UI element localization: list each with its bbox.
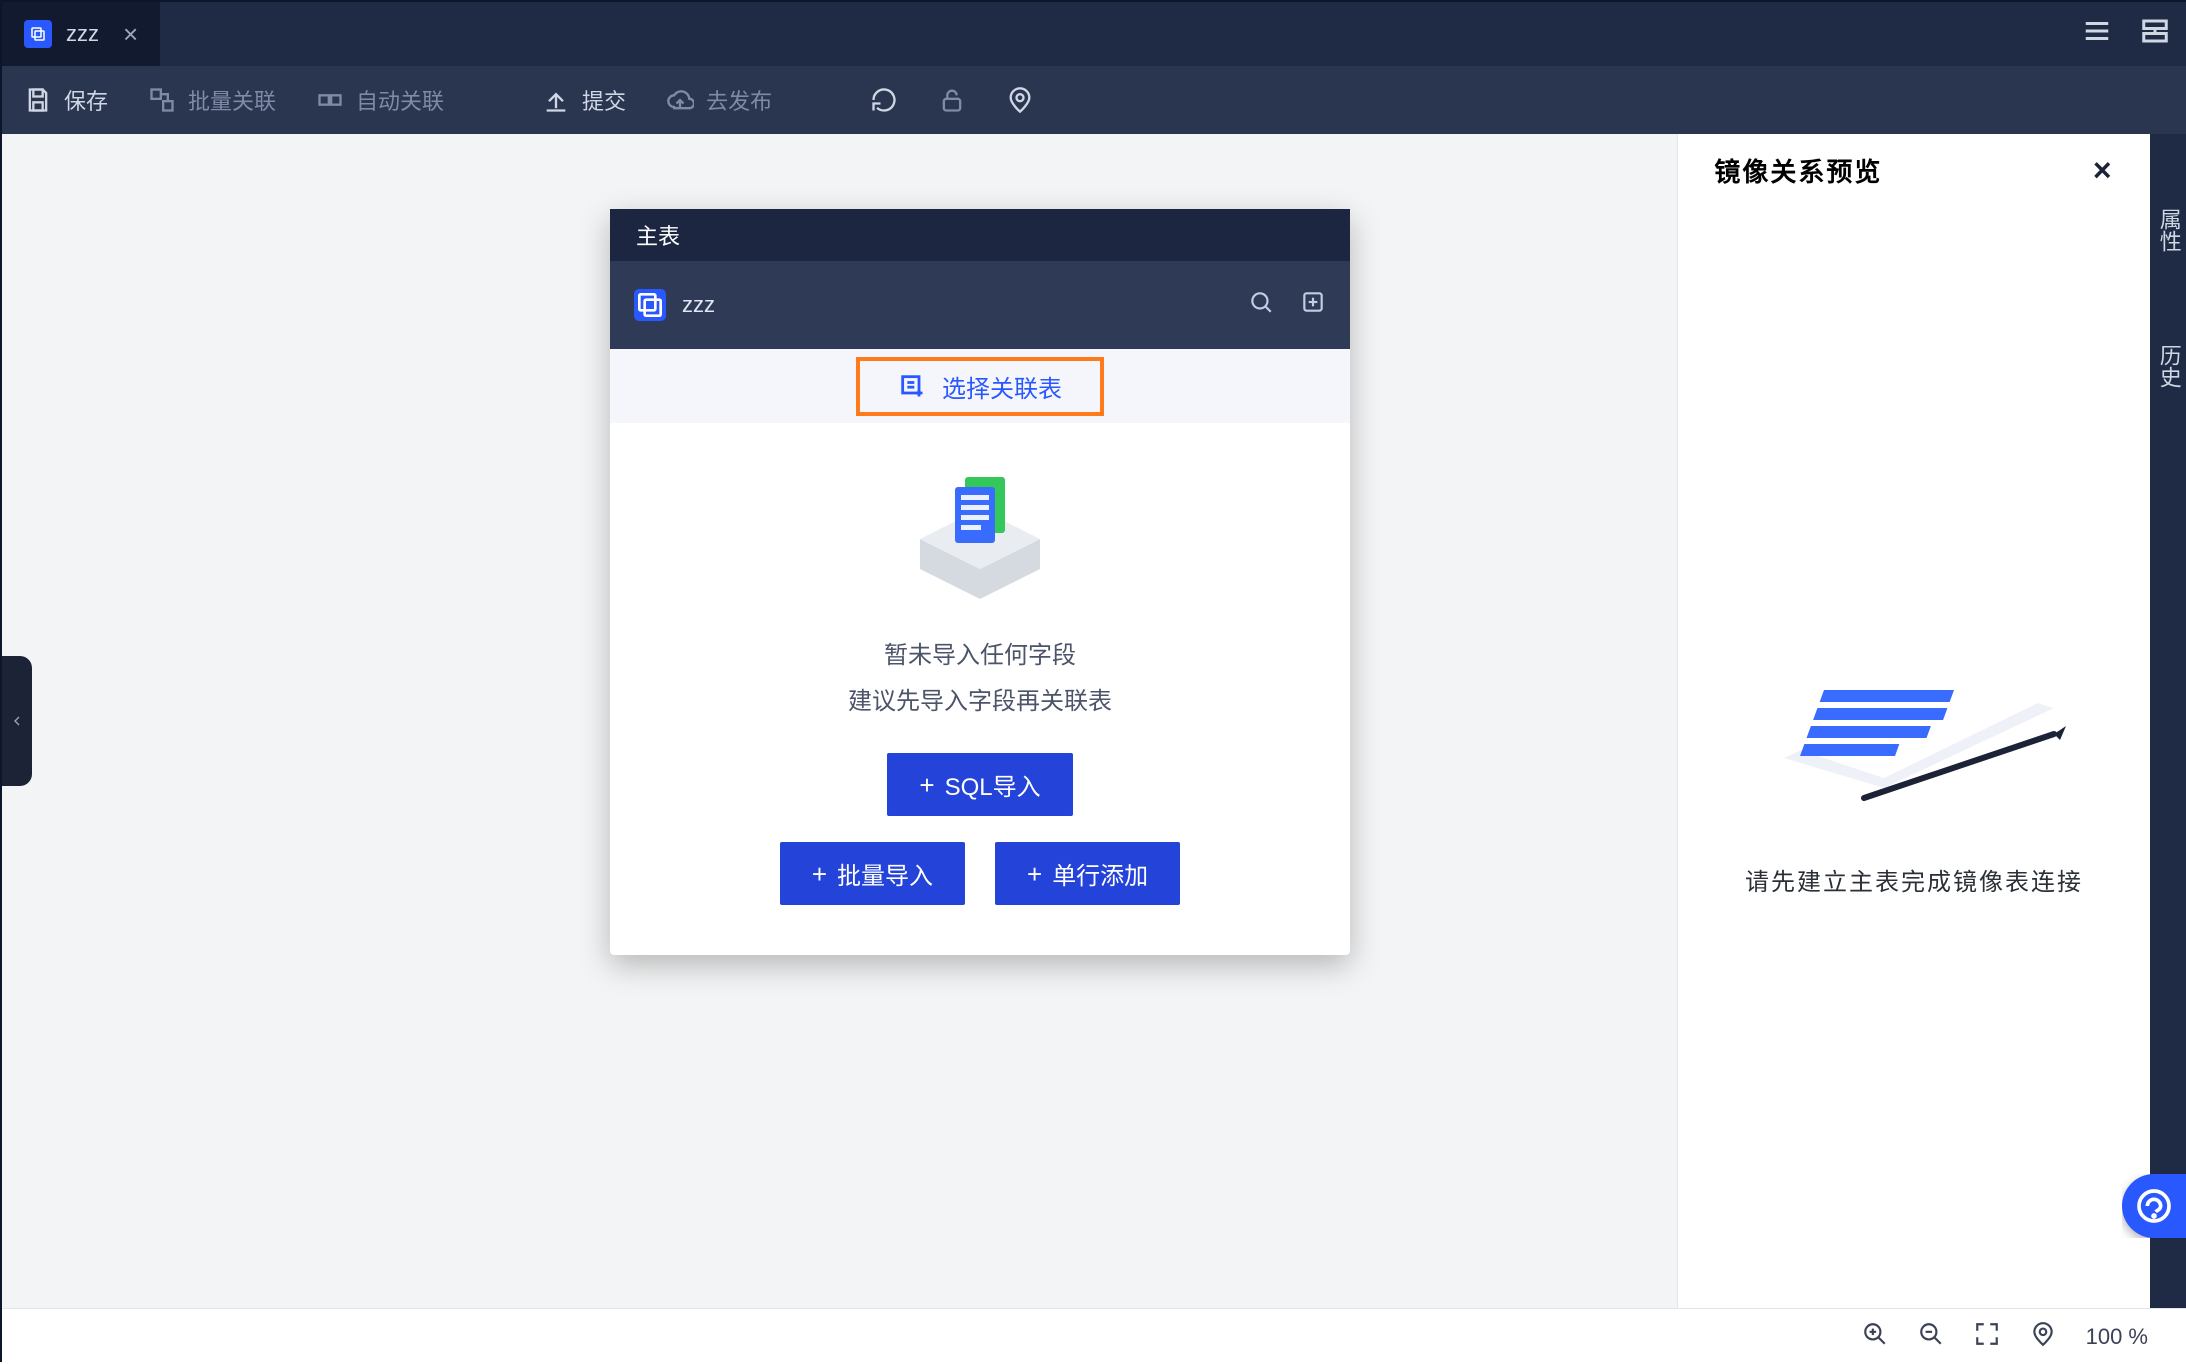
- select-link-table-button[interactable]: 选择关联表: [856, 357, 1104, 416]
- close-icon[interactable]: ×: [2093, 152, 2114, 189]
- empty-state-text: 暂未导入任何字段 建议先导入字段再关联表: [634, 633, 1326, 725]
- plus-icon: +: [919, 772, 934, 798]
- location-button[interactable]: [1006, 86, 1034, 114]
- batch-link-label: 批量关联: [188, 84, 276, 116]
- file-icon: [634, 289, 666, 321]
- add-row-button[interactable]: + 单行添加: [995, 842, 1180, 905]
- tab-bar: zzz ×: [2, 2, 2186, 66]
- canvas-area[interactable]: 主表 zzz: [2, 134, 1677, 1308]
- submit-button[interactable]: 提交: [542, 84, 626, 116]
- sql-import-label: SQL导入: [945, 767, 1041, 802]
- close-icon[interactable]: ×: [123, 21, 138, 47]
- card-name: zzz: [682, 292, 715, 318]
- tab-active[interactable]: zzz ×: [2, 2, 160, 66]
- lock-button[interactable]: [938, 86, 966, 114]
- plus-icon: +: [812, 861, 827, 887]
- tab-bar-right: [2064, 2, 2186, 66]
- preview-illustration: [1754, 618, 2074, 818]
- auto-link-button[interactable]: 自动关联: [316, 84, 444, 116]
- help-button[interactable]: [2122, 1174, 2186, 1238]
- preview-title: 镜像关系预览: [1714, 152, 1882, 189]
- refresh-button[interactable]: [870, 86, 898, 114]
- card-header: 主表: [610, 209, 1350, 261]
- publish-label: 去发布: [706, 84, 772, 116]
- plus-icon: +: [1027, 861, 1042, 887]
- toolbar: 保存 批量关联 自动关联 提交 去发布: [2, 66, 2186, 134]
- preview-message: 请先建立主表完成镜像表连接: [1745, 862, 2083, 897]
- add-row-label: 单行添加: [1052, 856, 1148, 891]
- sidebar-history[interactable]: 历史: [2153, 344, 2185, 388]
- preview-panel: 镜像关系预览 ×: [1677, 134, 2149, 1308]
- card-header-title: 主表: [636, 219, 680, 251]
- card-body: 暂未导入任何字段 建议先导入字段再关联表 + SQL导入 + 批量导入: [610, 423, 1350, 955]
- right-sidebar: 属性 历史: [2150, 134, 2186, 1308]
- sql-import-button[interactable]: + SQL导入: [887, 753, 1072, 816]
- file-icon: [24, 20, 52, 48]
- zoom-in-icon[interactable]: [1862, 1321, 1888, 1353]
- batch-import-label: 批量导入: [837, 856, 933, 891]
- batch-import-button[interactable]: + 批量导入: [780, 842, 965, 905]
- save-label: 保存: [64, 84, 108, 116]
- card-subheader: zzz: [610, 261, 1350, 349]
- left-panel-expand-handle[interactable]: [2, 656, 32, 786]
- layout-icon[interactable]: [2140, 16, 2170, 52]
- preview-header: 镜像关系预览 ×: [1678, 134, 2149, 206]
- search-icon[interactable]: [1248, 289, 1274, 321]
- zoom-level[interactable]: 100 %: [2086, 1324, 2148, 1350]
- zoom-out-icon[interactable]: [1918, 1321, 1944, 1353]
- menu-icon[interactable]: [2082, 16, 2112, 52]
- tab-title: zzz: [66, 21, 99, 47]
- publish-button[interactable]: 去发布: [666, 84, 772, 116]
- fullscreen-icon[interactable]: [1974, 1321, 2000, 1353]
- main-table-card: 主表 zzz: [610, 209, 1350, 955]
- batch-link-button[interactable]: 批量关联: [148, 84, 276, 116]
- add-icon[interactable]: [1300, 289, 1326, 321]
- empty-line1: 暂未导入任何字段: [634, 633, 1326, 679]
- save-button[interactable]: 保存: [24, 84, 108, 116]
- empty-line2: 建议先导入字段再关联表: [634, 679, 1326, 725]
- select-link-table-row: 选择关联表: [610, 349, 1350, 423]
- empty-state-illustration: [900, 459, 1060, 609]
- select-link-table-label: 选择关联表: [942, 369, 1062, 404]
- submit-label: 提交: [582, 84, 626, 116]
- auto-link-label: 自动关联: [356, 84, 444, 116]
- sidebar-attributes[interactable]: 属性: [2153, 208, 2185, 252]
- status-bar: 100 %: [2, 1308, 2186, 1364]
- locate-icon[interactable]: [2030, 1321, 2056, 1353]
